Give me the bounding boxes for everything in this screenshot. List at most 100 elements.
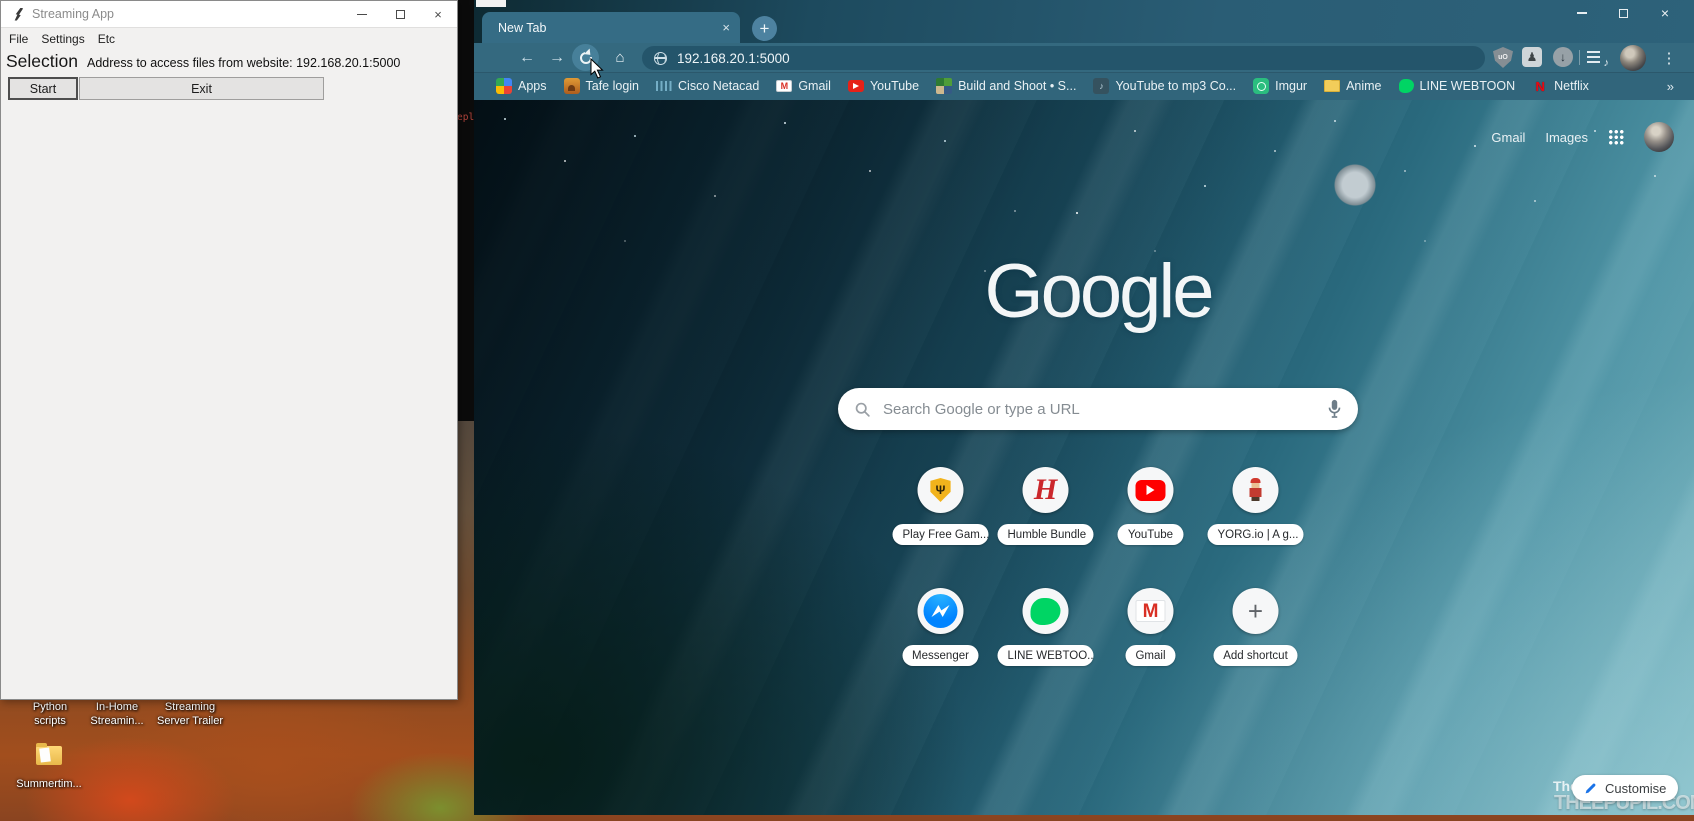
streaming-app-window: Streaming App × File Settings Etc Select… [0,0,458,700]
shortcut-label: Add shortcut [1213,645,1298,666]
menu-etc[interactable]: Etc [98,32,115,46]
plus-icon: + [1247,595,1264,626]
address-bar[interactable]: 192.168.20.1:5000 [642,46,1485,70]
console-window[interactable]: eploy [456,0,486,421]
profile-avatar[interactable] [1620,45,1646,71]
google-logo: Google [984,249,1214,334]
bookmark-label: Netflix [1554,79,1589,93]
tab-title: New Tab [498,20,547,35]
playlist-extension-icon[interactable]: ♪ [1587,48,1609,69]
app-close-button[interactable]: × [419,1,457,28]
playlist-bars-icon [1587,51,1600,63]
shortcut-label: Gmail [1125,645,1176,666]
app-minimize-button[interactable] [343,1,381,28]
google-apps-grid-icon[interactable] [1608,129,1624,145]
extension-icon[interactable]: ♟ [1522,47,1542,67]
bookmark-cisco-netacad[interactable]: Cisco Netacad [656,79,759,93]
forward-button[interactable]: → [544,43,570,72]
maximize-icon [1618,8,1628,18]
tafe-favicon [563,78,580,94]
bookmark-imgur[interactable]: Imgur [1253,78,1307,94]
humble-bundle-icon: H [1033,473,1058,506]
bookmark-label: YouTube to mp3 Co... [1115,79,1237,93]
shield-icon: Ψ [930,478,951,502]
shortcut-row-2: Messenger LINE WEBTOO... M Gmail + Add s… [893,588,1304,666]
search-icon [855,402,870,417]
tab-new-tab[interactable]: New Tab × [482,12,740,43]
app-menubar: File Settings Etc [1,28,457,50]
yorg-character-icon [1249,478,1263,502]
bookmark-youtube[interactable]: YouTube [847,79,919,93]
webtoon-icon [1030,597,1061,625]
app-window-controls: × [343,1,457,28]
netflix-favicon: N [1535,78,1545,94]
app-maximize-button[interactable] [381,1,419,28]
chrome-close-button[interactable]: × [1645,0,1685,26]
menu-file[interactable]: File [9,32,28,46]
google-account-avatar[interactable] [1644,122,1674,152]
exit-button[interactable]: Exit [79,77,324,100]
youtube-play-icon [1135,479,1166,501]
anime-folder-icon [1324,80,1341,92]
youtube-favicon [847,80,864,92]
shortcut-line-webtoon[interactable]: LINE WEBTOO... [997,588,1094,666]
bookmark-anime[interactable]: Anime [1324,79,1382,93]
shortcut-row-1: Ψ Play Free Gam... H Humble Bundle YouTu… [892,467,1304,545]
selection-row: Selection Address to access files from w… [1,50,457,75]
desktop-icon-streaming-server-trailer[interactable]: Streaming Server Trailer [143,700,237,729]
desktop-icon-summertime[interactable]: Summertim... [9,777,89,791]
shortcut-label: YORG.io | A g... [1207,524,1304,545]
tab-close-icon[interactable]: × [722,20,730,35]
chrome-maximize-button[interactable] [1603,0,1643,26]
microphone-icon[interactable] [1327,399,1342,419]
customise-button[interactable]: Customise [1572,775,1679,801]
bookmark-label: Tafe login [585,79,640,93]
gmail-link[interactable]: Gmail [1491,130,1525,145]
bookmarks-overflow-chevron[interactable]: » [1667,79,1674,94]
back-button[interactable]: ← [514,43,540,72]
webtoon-favicon [1398,79,1414,93]
home-button[interactable]: ⌂ [608,43,632,72]
search-bar[interactable] [838,388,1358,430]
bookmark-line-webtoon[interactable]: LINE WEBTOON [1398,79,1516,93]
bookmark-tafe-login[interactable]: Tafe login [563,78,640,94]
globe-icon [654,51,667,65]
bookmark-apps[interactable]: Apps [496,78,547,94]
window-fragment [476,0,506,7]
customise-label: Customise [1605,780,1667,796]
shortcut-yorg-io[interactable]: YORG.io | A g... [1207,467,1304,545]
bookmark-label: Cisco Netacad [678,79,760,93]
maximize-icon [395,10,405,19]
bookmark-label: Imgur [1275,79,1308,93]
bookmark-youtube-to-mp3[interactable]: ♪ YouTube to mp3 Co... [1093,78,1236,94]
minimize-icon [357,13,367,16]
menu-settings[interactable]: Settings [41,32,84,46]
shortcut-messenger[interactable]: Messenger [893,588,989,666]
shortcut-add[interactable]: + Add shortcut [1208,588,1304,666]
new-tab-button[interactable]: + [752,16,777,41]
gmail-m-icon: M [1135,600,1166,622]
shortcut-humble-bundle[interactable]: H Humble Bundle [997,467,1094,545]
bookmark-label: Apps [518,79,547,93]
search-input[interactable] [883,400,1315,418]
images-link[interactable]: Images [1545,130,1588,145]
bookmark-gmail[interactable]: M Gmail [776,79,831,93]
apps-grid-icon [496,78,512,94]
app-title: Streaming App [32,7,114,21]
bookmark-label: Build and Shoot • S... [958,79,1077,93]
start-button[interactable]: Start [8,77,78,100]
shortcut-youtube[interactable]: YouTube [1103,467,1199,545]
bookmark-build-and-shoot[interactable]: Build and Shoot • S... [936,78,1076,94]
folder-icon[interactable] [36,743,62,765]
shortcut-gmail[interactable]: M Gmail [1103,588,1199,666]
download-extension-icon[interactable]: ↓ [1553,47,1573,67]
chrome-minimize-button[interactable] [1562,0,1602,26]
app-buttons-row: Start Exit [1,75,457,100]
bookmark-label: LINE WEBTOON [1419,79,1516,93]
ublock-extension-icon[interactable]: uO [1493,47,1513,68]
chrome-window: New Tab × + × ← → ⌂ 192.168.20.1:5000 uO… [474,0,1694,815]
shortcut-play-free-games[interactable]: Ψ Play Free Gam... [892,467,989,545]
bookmark-netflix[interactable]: N Netflix [1532,78,1589,94]
browser-menu-button[interactable]: ⋮ [1660,43,1678,72]
shortcut-label: Messenger [902,645,979,666]
